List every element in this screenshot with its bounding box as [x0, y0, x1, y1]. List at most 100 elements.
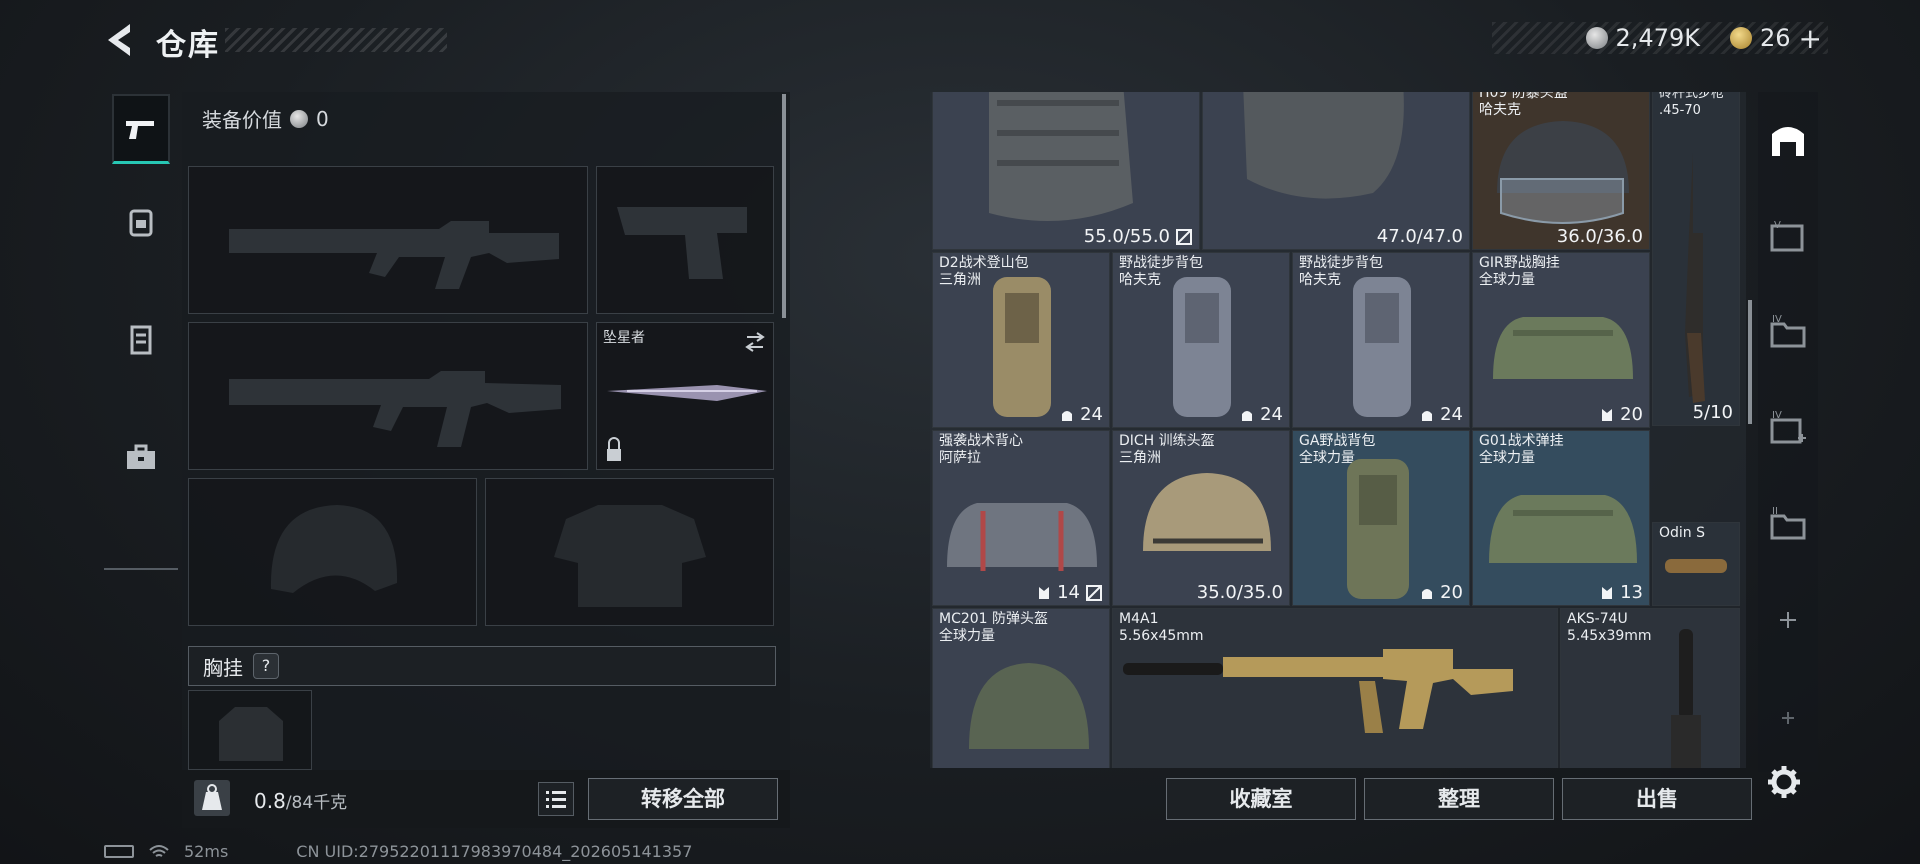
gear-icon — [1768, 766, 1800, 798]
carry-weight-max: /84千克 — [285, 793, 348, 813]
currency-bar: 2,479K 26 + — [1492, 22, 1828, 55]
sell-button[interactable]: 出售 — [1562, 778, 1752, 820]
inventory-item[interactable]: 野战徒步背包 哈夫克 24 — [1292, 252, 1470, 428]
help-button[interactable]: ? — [253, 653, 279, 679]
tab-warehouse[interactable] — [1766, 118, 1810, 162]
back-button[interactable] — [100, 18, 140, 62]
add-gold-button[interactable]: + — [1799, 22, 1822, 55]
wifi-icon — [149, 844, 169, 857]
organize-button[interactable]: 整理 — [1364, 778, 1554, 820]
aks74u-rifle-image — [1671, 629, 1701, 768]
weight-icon — [194, 780, 230, 816]
melee-knife-icon — [607, 332, 767, 461]
tab-crate-v[interactable]: V — [1766, 214, 1810, 258]
inventory-item[interactable]: MC201 防弹头盔 全球力量 — [932, 608, 1110, 768]
tab-vest[interactable] — [112, 304, 170, 374]
armor-slot[interactable] — [485, 478, 774, 626]
inventory-item[interactable]: 55.0/55.0 — [932, 92, 1200, 250]
secondary-rifle-slot[interactable] — [188, 322, 588, 470]
svg-text:IV: IV — [1772, 410, 1782, 421]
tab-toolbox[interactable] — [112, 422, 170, 492]
capacity-icon — [1422, 588, 1433, 599]
training-helmet-image — [1143, 473, 1271, 551]
section-label: 胸挂 — [203, 655, 243, 680]
rig-capacity-icon — [1039, 586, 1050, 599]
tab-weapons[interactable] — [112, 94, 170, 164]
melee-slot[interactable]: 坠星者 — [596, 322, 774, 470]
m4a1-rifle-image — [1123, 649, 1513, 733]
equipment-value-label: 装备价值 — [202, 108, 282, 132]
rig-capacity-icon — [1602, 408, 1613, 421]
equipment-scrollbar[interactable] — [782, 94, 786, 318]
armor-silhouette-icon — [554, 505, 706, 607]
tab-backpack[interactable] — [112, 186, 170, 256]
inventory-item[interactable]: D2战术登山包 三角洲 24 — [932, 252, 1110, 428]
capacity-icon — [1062, 410, 1073, 421]
inventory-scrollbar[interactable] — [1748, 300, 1752, 424]
gold-coin-icon — [1729, 27, 1752, 49]
backpack-image — [1173, 277, 1231, 417]
rifle-silhouette-icon — [229, 221, 559, 289]
chest-rig-silhouette-icon — [219, 707, 283, 761]
ballistic-helmet-image — [969, 663, 1089, 749]
item-durability: 55.0/55.0 — [1084, 226, 1193, 247]
capacity-icon — [1422, 410, 1433, 421]
secondary-weapon-slot[interactable] — [596, 166, 774, 314]
backpack-image — [993, 277, 1051, 417]
title-decoration — [225, 28, 447, 52]
chest-rig-image — [1493, 317, 1633, 379]
transfer-all-button[interactable]: 转移全部 — [588, 778, 778, 820]
silver-coin-icon — [1585, 27, 1608, 49]
armor-broken-icon — [1176, 228, 1192, 245]
battery-icon — [104, 845, 134, 858]
carry-weight: 0.8/84千克 — [254, 788, 347, 813]
helmet-silhouette-icon — [270, 505, 398, 593]
inventory-item[interactable]: M4A1 5.56x45mm — [1112, 608, 1558, 768]
list-icon — [546, 791, 566, 808]
tab-add-storage-2[interactable] — [1766, 696, 1810, 740]
inventory-item[interactable]: GA野战背包 全球力量 20 — [1292, 430, 1470, 606]
collection-room-button[interactable]: 收藏室 — [1166, 778, 1356, 820]
swap-icon — [745, 332, 765, 352]
backpack-icon — [129, 209, 153, 237]
tab-crate-iv-add[interactable]: IV — [1766, 406, 1810, 450]
tab-folder-iv[interactable]: IV — [1766, 310, 1810, 354]
settings-button[interactable] — [1764, 762, 1804, 802]
inventory-item[interactable]: 砖杆式步枪 .45-70 5/10 — [1652, 92, 1740, 426]
inventory-item[interactable]: 野战徒步背包 哈夫克 24 — [1112, 252, 1290, 428]
svg-text:IV: IV — [1772, 314, 1782, 325]
equipment-value: 装备价值 0 — [202, 104, 329, 133]
helmet-slot[interactable] — [188, 478, 477, 626]
item-capacity: 24 — [1059, 404, 1103, 425]
inventory-item[interactable]: H09 防暴头盔 哈夫克 36.0/36.0 — [1472, 92, 1650, 250]
plus-icon — [1782, 712, 1794, 724]
chest-rig-section-header: 胸挂 ? — [188, 646, 776, 686]
toolbox-icon — [127, 444, 155, 469]
ping-value: 52ms — [184, 842, 229, 861]
inventory-item[interactable]: 47.0/47.0 — [1202, 92, 1470, 250]
inventory-item[interactable]: DICH 训练头盔 三角洲 35.0/35.0 — [1112, 430, 1290, 606]
page-title: 仓库 — [156, 28, 220, 63]
silver-amount: 2,479K — [1615, 24, 1700, 52]
capacity-icon — [1242, 410, 1253, 421]
item-capacity: 24 — [1239, 404, 1283, 425]
primary-weapon-slot[interactable] — [188, 166, 588, 314]
inventory-item[interactable]: GIR野战胸挂 全球力量 20 — [1472, 252, 1650, 428]
folder-iv-icon: IV — [1770, 314, 1806, 348]
equipment-category-tabs — [104, 88, 178, 570]
list-view-button[interactable] — [538, 782, 574, 816]
chest-rig-slot[interactable] — [188, 690, 312, 770]
storage-tabs: V IV IV II — [1758, 92, 1818, 772]
item-durability: 36.0/36.0 — [1556, 226, 1643, 247]
pistol-silhouette-icon — [617, 207, 747, 279]
inventory-item[interactable]: 强袭战术背心 阿萨拉 14 — [932, 430, 1110, 606]
silver-coin-icon — [290, 109, 308, 128]
inventory-item[interactable]: AKS-74U 5.45x39mm — [1560, 608, 1740, 768]
inventory-item[interactable]: G01战术弹挂 全球力量 13 — [1472, 430, 1650, 606]
inventory-item[interactable]: Odin S — [1652, 522, 1740, 606]
item-capacity: 13 — [1599, 582, 1643, 603]
tab-folder-ii[interactable]: II — [1766, 502, 1810, 546]
pistol-icon — [126, 120, 154, 139]
tab-add-storage[interactable] — [1766, 598, 1810, 642]
plus-icon — [1780, 612, 1796, 628]
